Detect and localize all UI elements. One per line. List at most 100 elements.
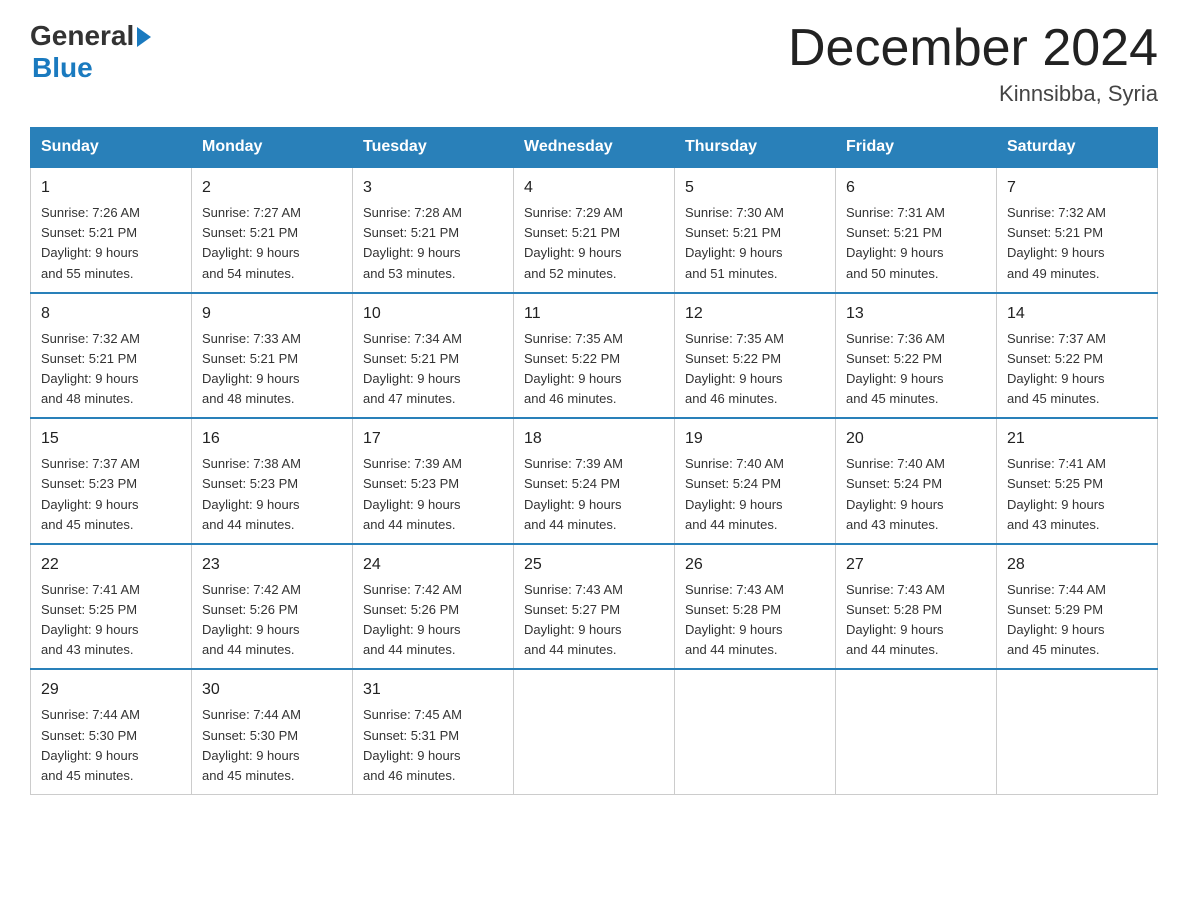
table-row: 17 Sunrise: 7:39 AMSunset: 5:23 PMDaylig… xyxy=(353,418,514,544)
logo-arrow-icon xyxy=(137,27,151,47)
day-info: Sunrise: 7:35 AMSunset: 5:22 PMDaylight:… xyxy=(685,331,784,406)
day-number: 6 xyxy=(846,176,986,200)
day-info: Sunrise: 7:37 AMSunset: 5:23 PMDaylight:… xyxy=(41,456,140,531)
day-info: Sunrise: 7:39 AMSunset: 5:23 PMDaylight:… xyxy=(363,456,462,531)
logo-general-text: General xyxy=(30,20,134,52)
table-row: 14 Sunrise: 7:37 AMSunset: 5:22 PMDaylig… xyxy=(997,293,1158,419)
day-info: Sunrise: 7:31 AMSunset: 5:21 PMDaylight:… xyxy=(846,205,945,280)
day-number: 4 xyxy=(524,176,664,200)
table-row xyxy=(514,669,675,794)
day-info: Sunrise: 7:33 AMSunset: 5:21 PMDaylight:… xyxy=(202,331,301,406)
day-number: 18 xyxy=(524,427,664,451)
day-info: Sunrise: 7:29 AMSunset: 5:21 PMDaylight:… xyxy=(524,205,623,280)
location-text: Kinnsibba, Syria xyxy=(788,81,1158,107)
day-number: 29 xyxy=(41,678,181,702)
table-row: 2 Sunrise: 7:27 AMSunset: 5:21 PMDayligh… xyxy=(192,167,353,293)
day-info: Sunrise: 7:45 AMSunset: 5:31 PMDaylight:… xyxy=(363,707,462,782)
table-row: 31 Sunrise: 7:45 AMSunset: 5:31 PMDaylig… xyxy=(353,669,514,794)
table-row: 27 Sunrise: 7:43 AMSunset: 5:28 PMDaylig… xyxy=(836,544,997,670)
day-number: 31 xyxy=(363,678,503,702)
calendar-week-row: 15 Sunrise: 7:37 AMSunset: 5:23 PMDaylig… xyxy=(31,418,1158,544)
day-info: Sunrise: 7:44 AMSunset: 5:30 PMDaylight:… xyxy=(41,707,140,782)
table-row: 29 Sunrise: 7:44 AMSunset: 5:30 PMDaylig… xyxy=(31,669,192,794)
table-row: 11 Sunrise: 7:35 AMSunset: 5:22 PMDaylig… xyxy=(514,293,675,419)
calendar-week-row: 29 Sunrise: 7:44 AMSunset: 5:30 PMDaylig… xyxy=(31,669,1158,794)
logo-blue-text: Blue xyxy=(32,52,93,83)
table-row: 30 Sunrise: 7:44 AMSunset: 5:30 PMDaylig… xyxy=(192,669,353,794)
day-number: 17 xyxy=(363,427,503,451)
day-info: Sunrise: 7:43 AMSunset: 5:28 PMDaylight:… xyxy=(846,582,945,657)
day-number: 22 xyxy=(41,553,181,577)
day-number: 26 xyxy=(685,553,825,577)
day-info: Sunrise: 7:43 AMSunset: 5:27 PMDaylight:… xyxy=(524,582,623,657)
day-number: 13 xyxy=(846,302,986,326)
table-row: 12 Sunrise: 7:35 AMSunset: 5:22 PMDaylig… xyxy=(675,293,836,419)
table-row: 3 Sunrise: 7:28 AMSunset: 5:21 PMDayligh… xyxy=(353,167,514,293)
day-info: Sunrise: 7:42 AMSunset: 5:26 PMDaylight:… xyxy=(202,582,301,657)
day-number: 2 xyxy=(202,176,342,200)
day-info: Sunrise: 7:27 AMSunset: 5:21 PMDaylight:… xyxy=(202,205,301,280)
table-row: 1 Sunrise: 7:26 AMSunset: 5:21 PMDayligh… xyxy=(31,167,192,293)
day-number: 19 xyxy=(685,427,825,451)
title-area: December 2024 Kinnsibba, Syria xyxy=(788,20,1158,107)
calendar-week-row: 22 Sunrise: 7:41 AMSunset: 5:25 PMDaylig… xyxy=(31,544,1158,670)
day-number: 15 xyxy=(41,427,181,451)
col-wednesday: Wednesday xyxy=(514,128,675,168)
table-row: 8 Sunrise: 7:32 AMSunset: 5:21 PMDayligh… xyxy=(31,293,192,419)
day-info: Sunrise: 7:37 AMSunset: 5:22 PMDaylight:… xyxy=(1007,331,1106,406)
day-info: Sunrise: 7:26 AMSunset: 5:21 PMDaylight:… xyxy=(41,205,140,280)
day-info: Sunrise: 7:35 AMSunset: 5:22 PMDaylight:… xyxy=(524,331,623,406)
col-thursday: Thursday xyxy=(675,128,836,168)
day-info: Sunrise: 7:41 AMSunset: 5:25 PMDaylight:… xyxy=(1007,456,1106,531)
calendar-table: Sunday Monday Tuesday Wednesday Thursday… xyxy=(30,127,1158,795)
table-row: 21 Sunrise: 7:41 AMSunset: 5:25 PMDaylig… xyxy=(997,418,1158,544)
day-number: 21 xyxy=(1007,427,1147,451)
table-row: 23 Sunrise: 7:42 AMSunset: 5:26 PMDaylig… xyxy=(192,544,353,670)
table-row: 22 Sunrise: 7:41 AMSunset: 5:25 PMDaylig… xyxy=(31,544,192,670)
table-row: 20 Sunrise: 7:40 AMSunset: 5:24 PMDaylig… xyxy=(836,418,997,544)
day-info: Sunrise: 7:40 AMSunset: 5:24 PMDaylight:… xyxy=(685,456,784,531)
table-row: 10 Sunrise: 7:34 AMSunset: 5:21 PMDaylig… xyxy=(353,293,514,419)
table-row xyxy=(836,669,997,794)
day-info: Sunrise: 7:39 AMSunset: 5:24 PMDaylight:… xyxy=(524,456,623,531)
calendar-week-row: 1 Sunrise: 7:26 AMSunset: 5:21 PMDayligh… xyxy=(31,167,1158,293)
col-sunday: Sunday xyxy=(31,128,192,168)
day-info: Sunrise: 7:38 AMSunset: 5:23 PMDaylight:… xyxy=(202,456,301,531)
day-number: 24 xyxy=(363,553,503,577)
calendar-week-row: 8 Sunrise: 7:32 AMSunset: 5:21 PMDayligh… xyxy=(31,293,1158,419)
calendar-header-row: Sunday Monday Tuesday Wednesday Thursday… xyxy=(31,128,1158,168)
day-number: 12 xyxy=(685,302,825,326)
day-number: 14 xyxy=(1007,302,1147,326)
table-row: 9 Sunrise: 7:33 AMSunset: 5:21 PMDayligh… xyxy=(192,293,353,419)
day-info: Sunrise: 7:42 AMSunset: 5:26 PMDaylight:… xyxy=(363,582,462,657)
day-info: Sunrise: 7:32 AMSunset: 5:21 PMDaylight:… xyxy=(1007,205,1106,280)
day-number: 27 xyxy=(846,553,986,577)
day-info: Sunrise: 7:44 AMSunset: 5:29 PMDaylight:… xyxy=(1007,582,1106,657)
table-row: 13 Sunrise: 7:36 AMSunset: 5:22 PMDaylig… xyxy=(836,293,997,419)
day-info: Sunrise: 7:28 AMSunset: 5:21 PMDaylight:… xyxy=(363,205,462,280)
table-row: 26 Sunrise: 7:43 AMSunset: 5:28 PMDaylig… xyxy=(675,544,836,670)
day-number: 23 xyxy=(202,553,342,577)
day-number: 8 xyxy=(41,302,181,326)
table-row: 28 Sunrise: 7:44 AMSunset: 5:29 PMDaylig… xyxy=(997,544,1158,670)
col-tuesday: Tuesday xyxy=(353,128,514,168)
table-row: 5 Sunrise: 7:30 AMSunset: 5:21 PMDayligh… xyxy=(675,167,836,293)
day-number: 28 xyxy=(1007,553,1147,577)
table-row: 15 Sunrise: 7:37 AMSunset: 5:23 PMDaylig… xyxy=(31,418,192,544)
table-row xyxy=(997,669,1158,794)
day-number: 7 xyxy=(1007,176,1147,200)
day-info: Sunrise: 7:34 AMSunset: 5:21 PMDaylight:… xyxy=(363,331,462,406)
table-row: 24 Sunrise: 7:42 AMSunset: 5:26 PMDaylig… xyxy=(353,544,514,670)
table-row: 19 Sunrise: 7:40 AMSunset: 5:24 PMDaylig… xyxy=(675,418,836,544)
day-info: Sunrise: 7:40 AMSunset: 5:24 PMDaylight:… xyxy=(846,456,945,531)
day-info: Sunrise: 7:44 AMSunset: 5:30 PMDaylight:… xyxy=(202,707,301,782)
day-info: Sunrise: 7:32 AMSunset: 5:21 PMDaylight:… xyxy=(41,331,140,406)
day-info: Sunrise: 7:30 AMSunset: 5:21 PMDaylight:… xyxy=(685,205,784,280)
day-number: 16 xyxy=(202,427,342,451)
day-number: 10 xyxy=(363,302,503,326)
day-number: 1 xyxy=(41,176,181,200)
page-header: General Blue December 2024 Kinnsibba, Sy… xyxy=(30,20,1158,107)
month-title: December 2024 xyxy=(788,20,1158,77)
logo: General Blue xyxy=(30,20,151,84)
table-row xyxy=(675,669,836,794)
